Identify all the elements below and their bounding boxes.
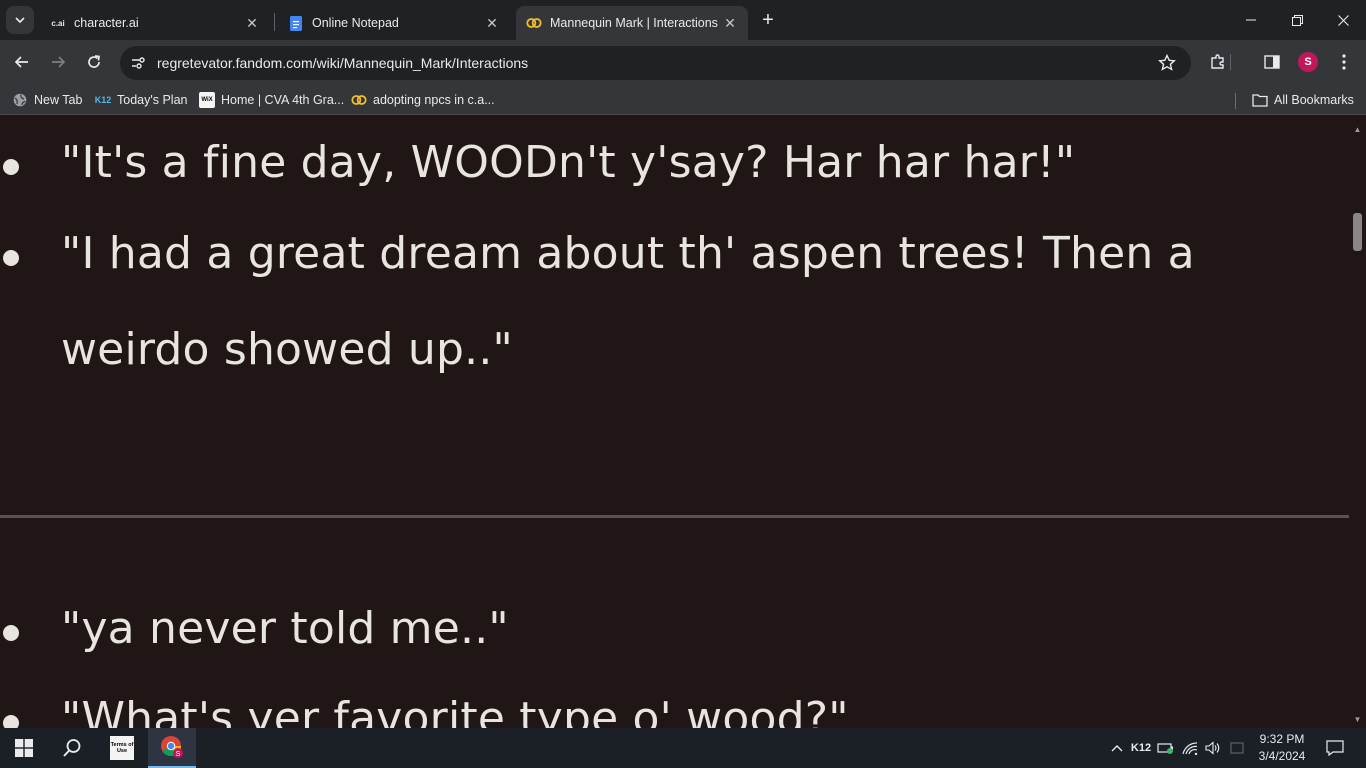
restore-button[interactable] (1274, 0, 1320, 40)
k12-tray-icon[interactable]: K12 (1129, 728, 1153, 768)
quote-line: "I had a great dream about th' aspen tre… (61, 228, 1195, 279)
bookmarks-bar: New Tab K12 Today's Plan WiX Home | CVA … (0, 85, 1366, 115)
bullet (3, 250, 19, 266)
profile-button[interactable]: S (1294, 48, 1322, 76)
tab-title: character.ai (74, 16, 139, 30)
puzzle-icon (1211, 54, 1224, 69)
chevron-up-icon (1111, 745, 1123, 752)
notifications-button[interactable] (1320, 728, 1350, 768)
chevron-down-icon (15, 17, 25, 24)
bullet (3, 715, 19, 728)
all-bookmarks-button[interactable]: All Bookmarks (1252, 91, 1354, 109)
chrome-icon: S (161, 736, 183, 758)
forward-button[interactable] (44, 48, 72, 76)
restore-icon (1291, 14, 1303, 26)
svg-text:S: S (176, 751, 181, 758)
quote-line: "What's yer favorite type o' wood?" (61, 693, 849, 728)
bullet (3, 625, 19, 641)
bookmarks-separator (1235, 93, 1236, 109)
folder-icon (1252, 92, 1268, 108)
close-icon[interactable]: ✕ (244, 15, 260, 31)
search-icon (63, 739, 81, 757)
bookmark-new-tab[interactable]: New Tab (12, 91, 82, 109)
taskbar-search-button[interactable] (48, 728, 96, 768)
bookmark-label: adopting npcs in c.a... (373, 93, 495, 107)
bookmark-cva-home[interactable]: WiX Home | CVA 4th Gra... (199, 91, 344, 109)
scroll-up-arrow-icon[interactable]: ▲ (1353, 125, 1362, 134)
close-icon[interactable]: ✕ (722, 15, 738, 31)
site-info-icon[interactable] (128, 53, 148, 73)
close-window-button[interactable] (1320, 0, 1366, 40)
close-icon (1337, 14, 1349, 26)
battery-icon[interactable] (1155, 728, 1177, 768)
tab-title: Online Notepad (312, 16, 399, 30)
browser-toolbar: regretevator.fandom.com/wiki/Mannequin_M… (0, 40, 1366, 85)
reload-button[interactable] (80, 48, 108, 76)
tab-mannequin-mark[interactable]: Mannequin Mark | Interactions | ✕ (516, 6, 748, 40)
system-clock[interactable]: 9:32 PM 3/4/2024 (1252, 731, 1312, 765)
quote-line: "It's a fine day, WOODn't y'say? Har har… (61, 137, 1076, 188)
bookmark-label: Today's Plan (117, 93, 188, 107)
minimize-button[interactable] (1228, 0, 1274, 40)
bookmark-todays-plan[interactable]: K12 Today's Plan (94, 91, 188, 109)
avatar: S (1298, 52, 1318, 72)
toolbar-separator (1230, 54, 1231, 70)
k12-icon: K12 (94, 95, 112, 105)
minimize-icon (1246, 19, 1256, 21)
scroll-down-arrow-icon[interactable]: ▼ (1353, 715, 1362, 724)
side-panel-icon (1264, 55, 1280, 69)
notification-icon (1326, 740, 1344, 756)
bookmark-label: New Tab (34, 93, 83, 107)
address-bar[interactable]: regretevator.fandom.com/wiki/Mannequin_M… (120, 46, 1191, 80)
tab-search-button[interactable] (6, 6, 34, 34)
back-button[interactable] (8, 48, 36, 76)
taskbar-terms-of-use[interactable]: Terms of Use (98, 728, 146, 768)
tab-separator (274, 13, 275, 31)
windows-logo-icon (15, 739, 33, 757)
kebab-menu-icon (1342, 54, 1346, 70)
wix-icon: WiX (199, 92, 215, 108)
volume-icon[interactable] (1202, 728, 1224, 768)
terms-of-use-icon: Terms of Use (110, 736, 134, 760)
wifi-icon[interactable] (1179, 728, 1201, 768)
arrow-right-icon (52, 56, 66, 68)
page-scrollbar[interactable]: ▲ ▼ (1349, 121, 1366, 728)
page-content: "It's a fine day, WOODn't y'say? Har har… (0, 121, 1349, 728)
show-hidden-icons-button[interactable] (1106, 728, 1128, 768)
bullet (3, 159, 19, 175)
url-text: regretevator.fandom.com/wiki/Mannequin_M… (157, 55, 529, 71)
arrow-left-icon (14, 56, 28, 68)
windows-taskbar: Terms of Use S K12 9:32 PM 3/4/2024 (0, 728, 1366, 768)
start-button[interactable] (0, 728, 48, 768)
tab-title: Mannequin Mark | Interactions | (550, 16, 722, 30)
taskbar-chrome[interactable]: S (148, 728, 196, 768)
scroll-thumb[interactable] (1353, 213, 1362, 251)
doc-icon (288, 15, 304, 31)
new-tab-button[interactable]: + (756, 8, 780, 32)
cai-icon: c.ai (51, 18, 65, 28)
bookmark-star-icon[interactable] (1157, 53, 1177, 73)
bookmark-adopting-npcs[interactable]: adopting npcs in c.a... (351, 91, 495, 109)
keyboard-icon[interactable] (1226, 728, 1248, 768)
section-divider (0, 515, 1349, 518)
tab-online-notepad[interactable]: Online Notepad ✕ (278, 6, 510, 40)
quote-line: "ya never told me.." (61, 603, 509, 654)
globe-icon (12, 92, 28, 108)
fandom-rings-icon (351, 92, 367, 108)
close-icon[interactable]: ✕ (484, 15, 500, 31)
clock-time: 9:32 PM (1259, 732, 1305, 746)
tab-strip: c.ai character.ai ✕ Online Notepad ✕ Man… (0, 0, 1366, 40)
screen: c.ai character.ai ✕ Online Notepad ✕ Man… (0, 0, 1366, 768)
quote-line-continued: weirdo showed up.." (61, 324, 513, 375)
fandom-rings-icon (526, 15, 542, 31)
side-panel-button[interactable] (1258, 48, 1286, 76)
reload-icon (88, 55, 100, 68)
all-bookmarks-label: All Bookmarks (1274, 93, 1354, 107)
extensions-button[interactable] (1204, 48, 1232, 76)
tab-character-ai[interactable]: c.ai character.ai ✕ (40, 6, 270, 40)
clock-date: 3/4/2024 (1258, 749, 1306, 763)
menu-button[interactable] (1330, 48, 1358, 76)
bookmark-label: Home | CVA 4th Gra... (221, 93, 345, 107)
